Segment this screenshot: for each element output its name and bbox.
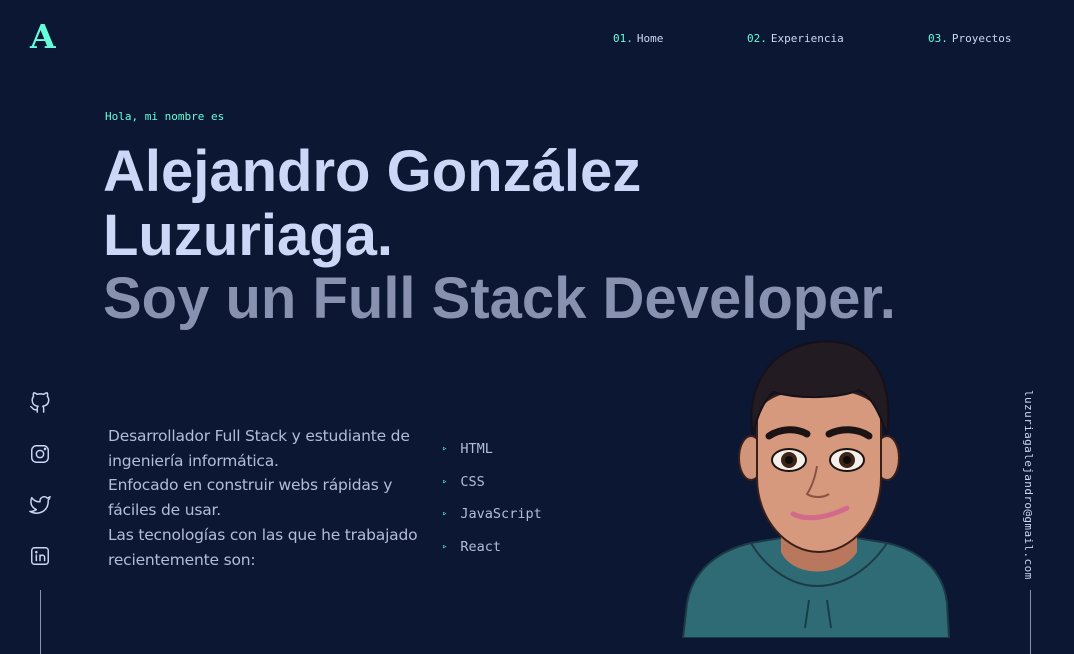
nav-item-label: Proyectos <box>951 32 1012 45</box>
nav-item-home[interactable]: 01. Home <box>613 32 663 45</box>
social-links <box>29 392 51 567</box>
hero-bio: Desarrollador Full Stack y estudiante de… <box>108 424 418 572</box>
technology-item: ▹ CSS <box>442 466 542 499</box>
technology-item: ▹ HTML <box>442 433 542 466</box>
email-link[interactable]: luzuriagalejandro@gmail.com <box>1022 390 1035 580</box>
technology-label: JavaScript <box>460 506 542 523</box>
twitter-icon <box>29 496 51 514</box>
instagram-icon <box>31 445 49 463</box>
triangle-right-icon: ▹ <box>442 509 448 520</box>
social-divider-line <box>40 590 41 654</box>
hero-greeting: Hola, mi nombre es <box>105 110 225 123</box>
technology-label: React <box>460 538 502 555</box>
linkedin-icon <box>31 547 49 565</box>
nav-item-label: Home <box>636 32 664 45</box>
bio-paragraph: Enfocado en construir webs rápidas y fác… <box>108 476 393 520</box>
avatar-illustration <box>681 340 951 638</box>
nav-item-label: Experiencia <box>770 32 844 45</box>
technology-label: CSS <box>460 473 485 490</box>
email-divider-line <box>1030 590 1031 654</box>
technology-item: ▹ React <box>442 531 542 564</box>
nav-item-proyectos[interactable]: 03. Proyectos <box>928 32 1011 45</box>
technology-label: HTML <box>460 441 493 458</box>
technology-list: ▹ HTML ▹ CSS ▹ JavaScript ▹ React <box>442 433 542 563</box>
hero-name: Alejandro González Luzuriaga. <box>103 139 642 268</box>
github-link[interactable] <box>29 392 51 414</box>
twitter-link[interactable] <box>29 494 51 516</box>
nav-item-experiencia[interactable]: 02. Experiencia <box>747 32 844 45</box>
nav-item-number: 03. <box>928 32 948 45</box>
nav-item-number: 01. <box>613 32 633 45</box>
bio-paragraph: Desarrollador Full Stack y estudiante de… <box>108 427 410 470</box>
linkedin-link[interactable] <box>29 545 51 567</box>
top-nav: 01. Home 02. Experiencia 03. Proyectos <box>0 32 1074 48</box>
triangle-right-icon: ▹ <box>442 476 448 487</box>
instagram-link[interactable] <box>29 443 51 465</box>
bio-paragraph: Las tecnologías con las que he trabajado… <box>108 525 418 569</box>
triangle-right-icon: ▹ <box>442 541 448 552</box>
triangle-right-icon: ▹ <box>442 444 448 455</box>
hero-role: Soy un Full Stack Developer. <box>103 266 896 331</box>
github-icon <box>30 392 50 413</box>
nav-item-number: 02. <box>747 32 767 45</box>
technology-item: ▹ JavaScript <box>442 498 542 531</box>
